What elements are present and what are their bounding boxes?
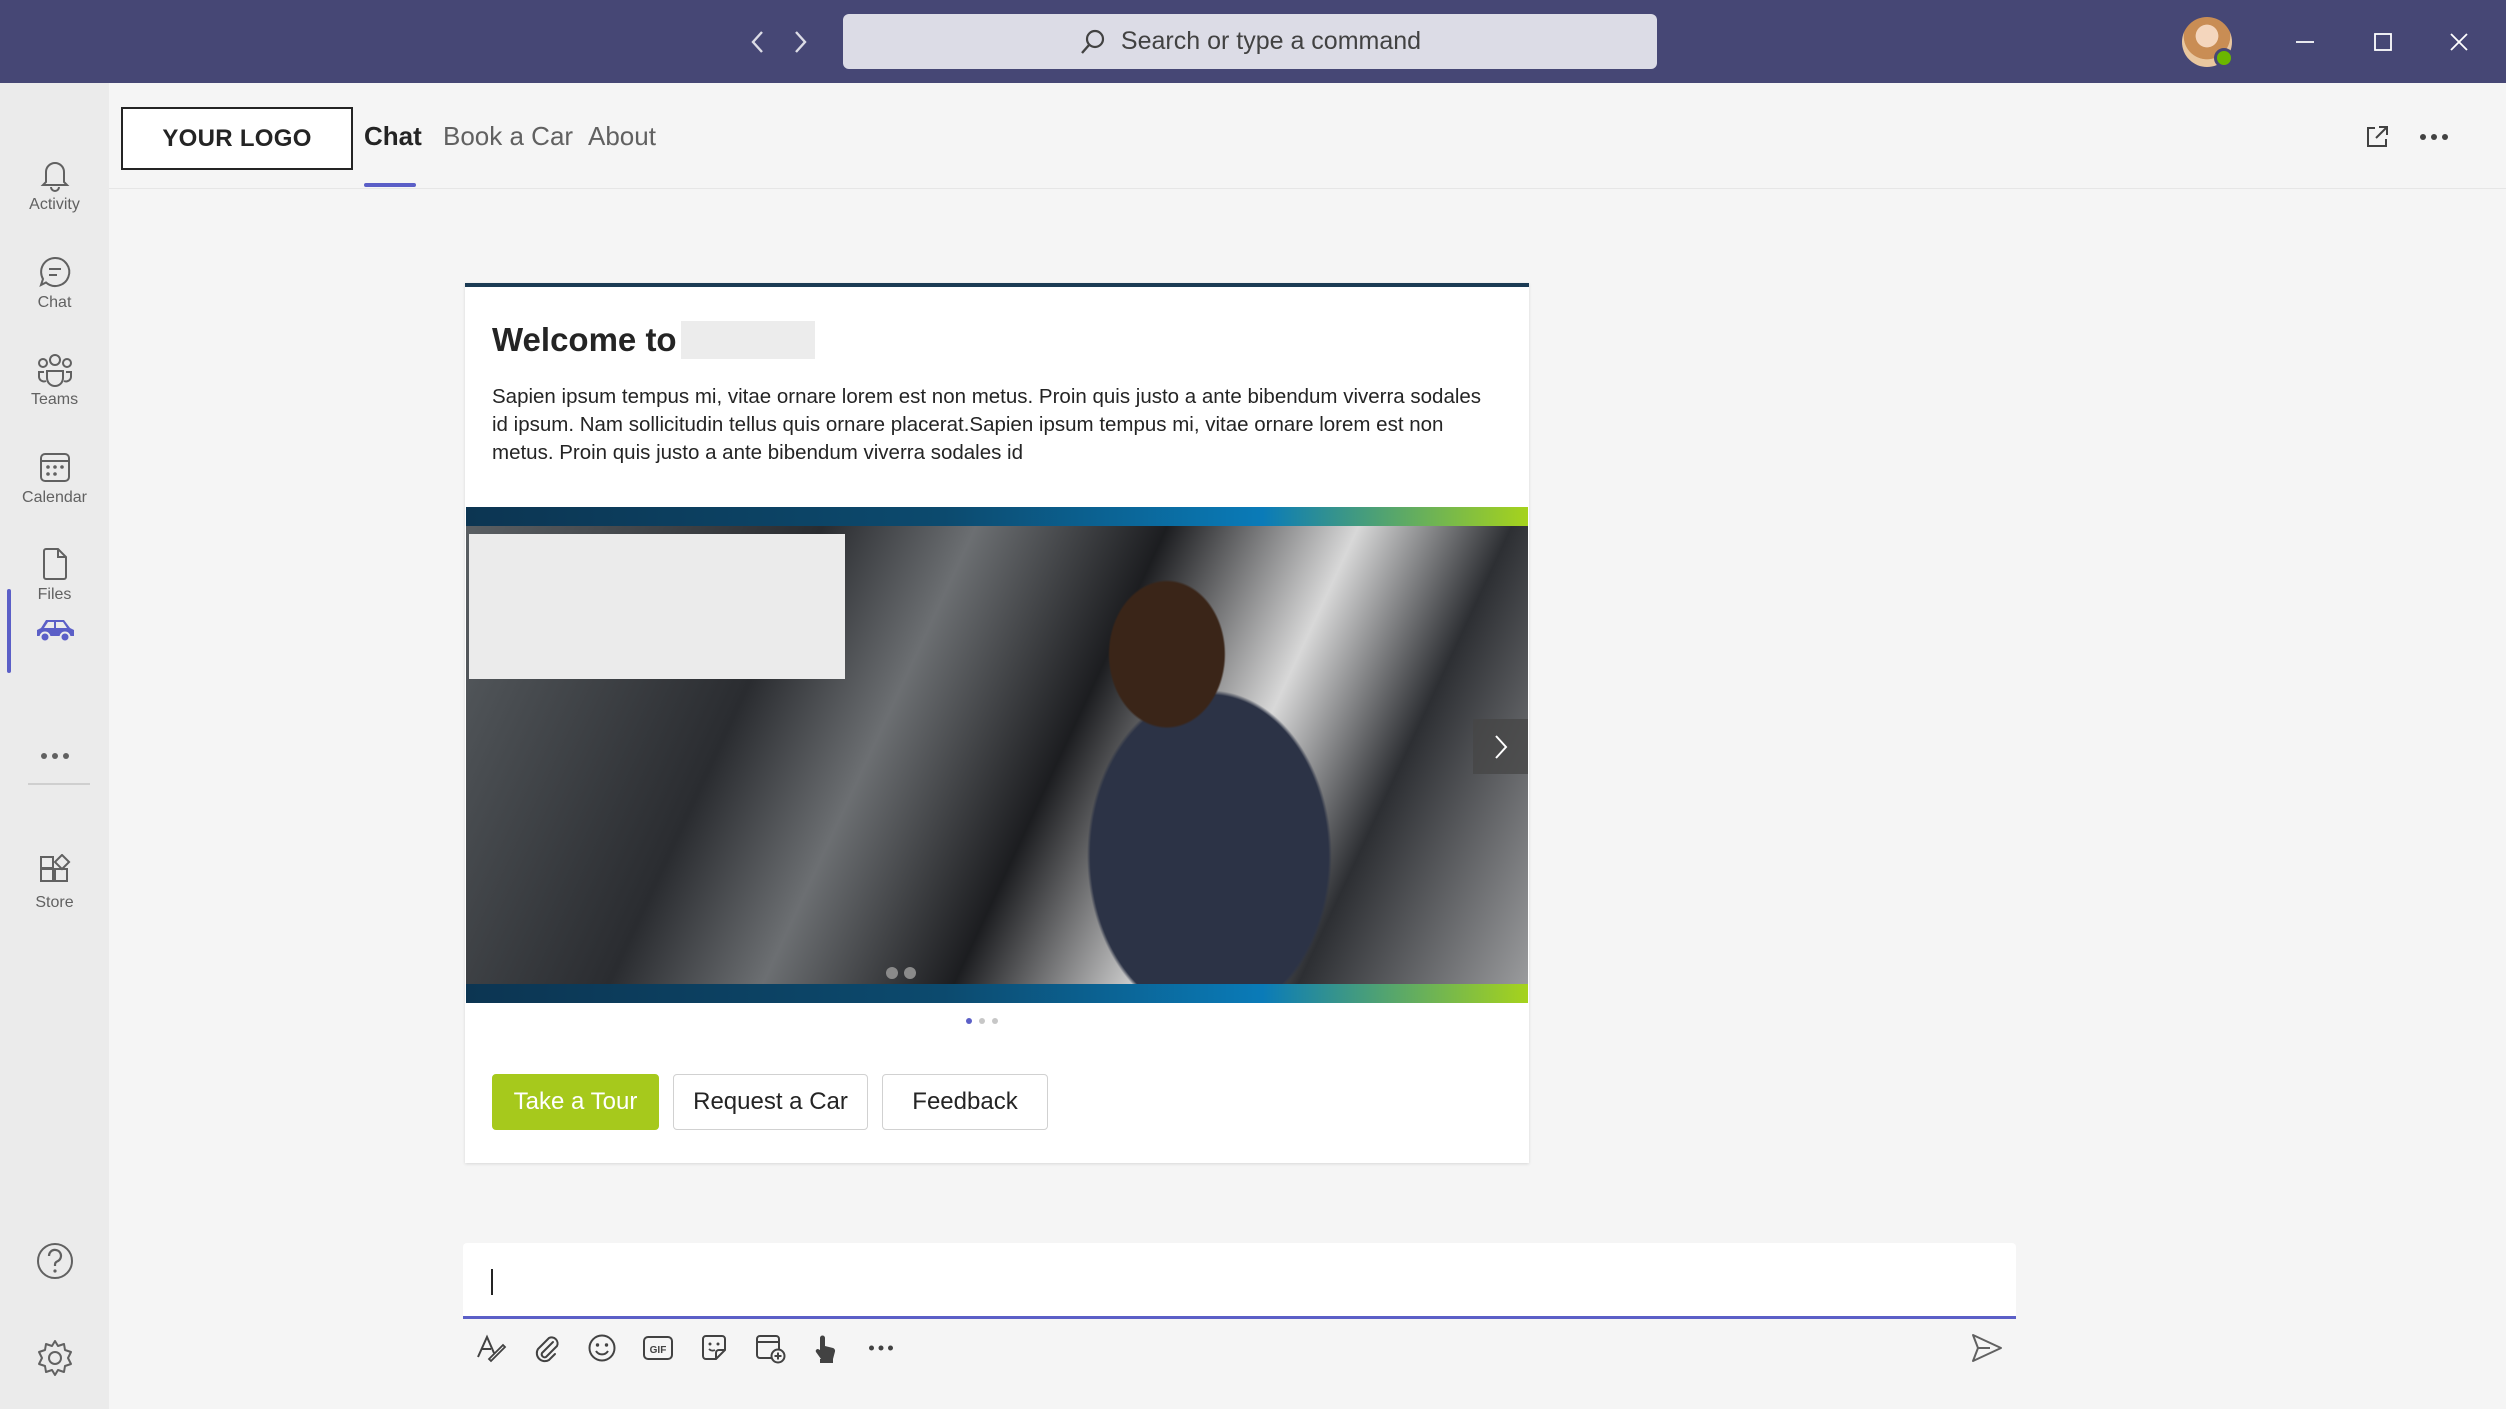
chevron-right-icon [1494,734,1507,759]
tab-book-a-car[interactable]: Book a Car [443,121,573,152]
request-a-car-button[interactable]: Request a Car [673,1074,868,1130]
rail-item-more[interactable] [0,713,109,803]
chat-icon [38,256,70,287]
gradient-band-bottom [466,984,1528,1003]
title-bar: Search or type a command [0,0,2506,83]
minimize-icon[interactable] [2283,20,2327,64]
rail-item-chat[interactable]: Chat [0,238,109,328]
take-a-tour-button[interactable]: Take a Tour [492,1074,659,1130]
app-header: YOUR LOGO Chat Book a Car About [109,83,2506,189]
gear-icon [37,1340,72,1376]
presence-available-icon [2214,48,2234,68]
carousel-dot-1[interactable] [966,1018,972,1024]
gradient-band-top [466,507,1528,526]
gif-icon[interactable]: GIF [638,1328,678,1368]
file-icon [42,548,67,580]
send-icon[interactable] [1967,1328,2007,1368]
card-title-text: Welcome to [492,321,677,358]
active-tab-indicator [364,183,416,187]
carousel-next-button[interactable] [1473,719,1528,774]
rail-divider [28,783,90,785]
store-icon [39,854,70,882]
card-title: Welcome to [492,321,815,359]
rail-item-teams[interactable]: Teams [0,335,109,425]
rail-item-label: Chat [37,294,72,311]
maximize-icon[interactable] [2361,20,2405,64]
tab-chat[interactable]: Chat [364,121,422,152]
app-logo: YOUR LOGO [121,107,353,170]
card-description: Sapien ipsum tempus mi, vitae ornare lor… [492,385,1482,464]
more-icon [40,753,69,759]
schedule-meeting-icon[interactable] [750,1328,790,1368]
rail-item-label: Store [35,894,74,911]
help-icon [36,1243,73,1279]
close-icon[interactable] [2437,20,2481,64]
sticker-icon[interactable] [694,1328,734,1368]
feedback-button[interactable]: Feedback [882,1074,1048,1130]
rail-item-label: Activity [29,196,80,213]
rail-item-store[interactable]: Store [0,838,109,928]
emoji-icon[interactable] [582,1328,622,1368]
attach-icon[interactable] [527,1328,567,1368]
help-button[interactable] [0,1218,109,1308]
more-options-icon[interactable] [2414,117,2454,157]
rail-item-calendar[interactable]: Calendar [0,433,109,523]
teams-icon [37,354,72,387]
calendar-icon [39,453,70,482]
search-input[interactable]: Search or type a command [843,14,1657,69]
carousel-indicator [966,1018,998,1024]
text-caret [491,1269,493,1295]
back-arrow-icon[interactable] [738,22,778,62]
rail-item-car-app[interactable] [0,586,109,676]
photo-dots [886,967,916,979]
bell-icon [40,162,69,192]
svg-text:GIF: GIF [650,1345,667,1356]
welcome-card: Welcome to Sapien ipsum tempus mi, vitae… [465,283,1529,1163]
carousel-dot-2[interactable] [979,1018,985,1024]
app-rail: Activity Chat Teams Calendar Files Store [0,83,109,1409]
message-compose-input[interactable] [463,1243,2016,1319]
search-placeholder: Search or type a command [1120,27,1422,55]
search-icon [1081,29,1105,54]
redacted-brand-name [680,321,815,359]
tab-about[interactable]: About [588,121,656,152]
rail-item-label: Teams [30,391,79,408]
redacted-overlay [469,534,845,679]
carousel-dot-3[interactable] [992,1018,998,1024]
popout-icon[interactable] [2357,117,2397,157]
forward-arrow-icon[interactable] [780,22,820,62]
praise-icon[interactable] [805,1328,845,1368]
more-icon[interactable] [861,1328,901,1368]
rail-item-activity[interactable]: Activity [0,140,109,230]
hero-carousel [466,507,1528,1003]
rail-item-label: Calendar [22,489,87,506]
format-icon[interactable] [471,1328,511,1368]
settings-button[interactable] [0,1315,109,1405]
car-icon [36,620,74,643]
